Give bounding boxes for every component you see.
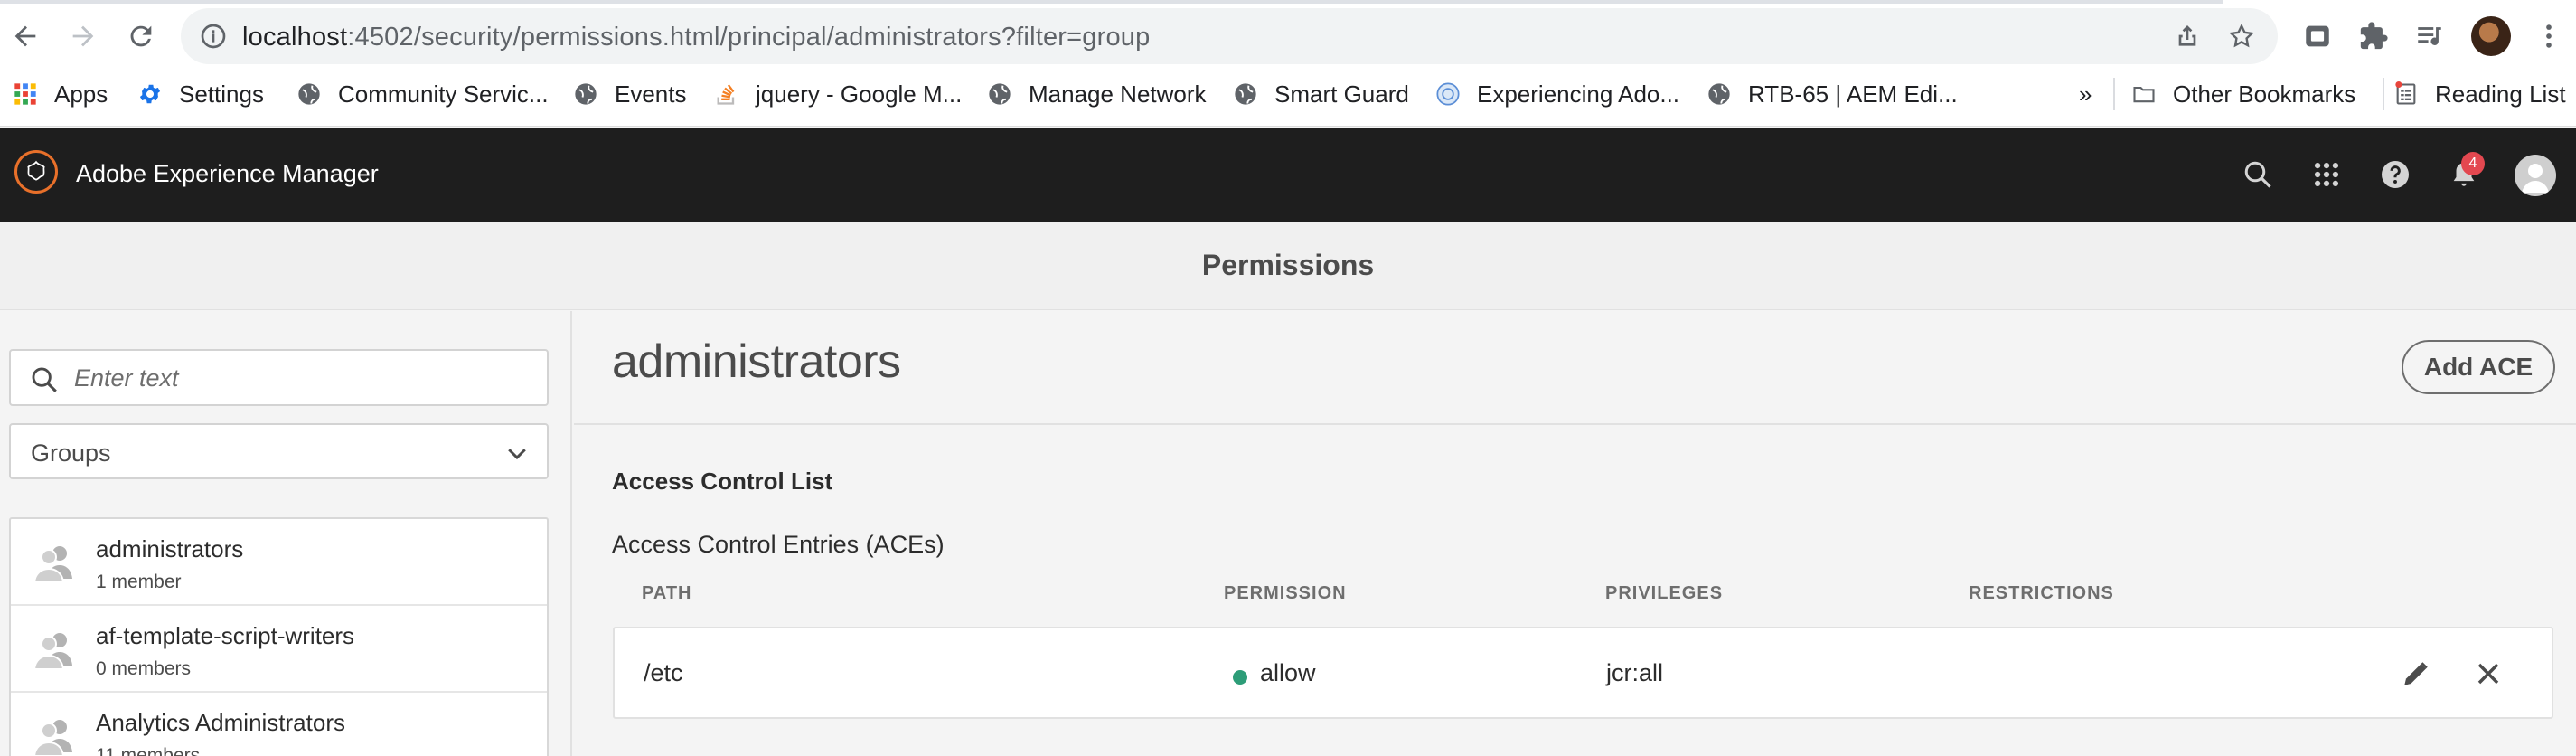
- profile-avatar[interactable]: [2471, 16, 2511, 56]
- bookmark-events[interactable]: Events: [573, 76, 687, 112]
- gear-icon: [137, 81, 163, 107]
- bookmarks-divider: [2383, 78, 2384, 110]
- more-vertical-icon[interactable]: [2531, 18, 2567, 54]
- page-title: Permissions: [1201, 249, 1375, 281]
- bookmark-other-bookmarks[interactable]: Other Bookmarks: [2131, 76, 2355, 112]
- group-icon: [33, 546, 72, 583]
- ace-privileges: jcr:all: [1606, 659, 1664, 686]
- select-value: Groups: [31, 439, 111, 467]
- arrow-right-icon: [72, 25, 94, 47]
- permission-status-dot: [1233, 670, 1247, 685]
- stack-overflow-icon: [714, 81, 739, 107]
- bookmark-community-services[interactable]: Community Servic...: [296, 76, 549, 112]
- principal-title: administrators: [612, 335, 901, 388]
- apps-grid-icon: [13, 81, 38, 107]
- forward-button[interactable]: [60, 13, 107, 60]
- puzzle-icon[interactable]: [2355, 18, 2392, 54]
- share-icon[interactable]: [2173, 22, 2202, 51]
- acl-heading: Access Control List: [612, 468, 833, 495]
- pencil-icon: [2404, 662, 2428, 685]
- aem-logo-icon[interactable]: [14, 150, 58, 194]
- bookmarks-divider: [2113, 78, 2115, 110]
- bookmarks-bar: Apps Settings Community Servic... Events…: [0, 72, 2576, 116]
- delete-ace-button[interactable]: [2470, 656, 2506, 692]
- search-icon: [32, 367, 57, 392]
- principal-name: af-template-script-writers: [96, 622, 355, 649]
- search-input[interactable]: [74, 360, 526, 396]
- folder-icon: [2131, 81, 2157, 107]
- aces-heading: Access Control Entries (ACEs): [612, 531, 945, 558]
- list-item[interactable]: af-template-script-writers 0 members: [11, 606, 547, 693]
- principal-name: Analytics Administrators: [96, 709, 345, 736]
- notification-badge: 4: [2461, 152, 2485, 175]
- column-header-permission: PERMISSION: [1224, 583, 1347, 603]
- list-item[interactable]: administrators 1 member: [11, 519, 547, 606]
- bookmark-jquery-google[interactable]: jquery - Google M...: [714, 76, 962, 112]
- group-icon: [33, 633, 72, 670]
- aem-global-header: Adobe Experience Manager 4: [0, 128, 2576, 222]
- column-header-path: PATH: [642, 583, 692, 603]
- group-icon: [33, 720, 72, 756]
- principal-rail: Groups administrators 1 member af-templa…: [0, 311, 572, 756]
- bookmark-experiencing-adobe[interactable]: Experiencing Ado...: [1435, 76, 1679, 112]
- address-bar[interactable]: localhost:4502/security/permissions.html…: [181, 8, 2278, 64]
- title-bar: Permissions: [0, 222, 2576, 310]
- globe-icon: [296, 81, 322, 107]
- member-count: 0 members: [96, 658, 192, 679]
- ace-path: /etc: [644, 659, 683, 686]
- bookmarks-overflow-button[interactable]: »: [2079, 76, 2092, 112]
- globe-icon: [987, 81, 1012, 107]
- add-ace-button[interactable]: Add ACE: [2402, 340, 2555, 394]
- ace-row[interactable]: /etc allow jcr:all: [613, 627, 2553, 719]
- bookmark-rtb-65[interactable]: RTB-65 | AEM Edi...: [1706, 76, 1958, 112]
- permissions-detail: administrators Add ACE Access Control Li…: [574, 311, 2576, 756]
- star-icon[interactable]: [2227, 22, 2256, 51]
- principal-type-select[interactable]: Groups: [9, 423, 549, 479]
- reload-icon: [130, 25, 152, 47]
- divider: [574, 423, 2576, 425]
- bookmark-apps[interactable]: Apps: [13, 76, 108, 112]
- column-header-restrictions: RESTRICTIONS: [1969, 583, 2114, 603]
- member-count: 11 members: [96, 745, 201, 756]
- search-field[interactable]: [9, 349, 549, 406]
- search-icon[interactable]: [2240, 156, 2276, 193]
- back-button[interactable]: [2, 13, 49, 60]
- reading-list-icon: [2393, 81, 2419, 107]
- extension-cast-icon[interactable]: [2299, 18, 2336, 54]
- bookmark-manage-network[interactable]: Manage Network: [987, 76, 1207, 112]
- media-queue-icon[interactable]: [2411, 18, 2448, 54]
- list-item[interactable]: Analytics Administrators 11 members: [11, 693, 547, 756]
- arrow-left-icon: [14, 25, 36, 47]
- principal-list: administrators 1 member af-template-scri…: [9, 517, 549, 756]
- info-icon[interactable]: [199, 22, 228, 51]
- edit-ace-button[interactable]: [2398, 656, 2434, 692]
- close-icon: [2477, 663, 2499, 685]
- tab-strip: [0, 0, 2223, 4]
- reading-list-button[interactable]: Reading List: [2393, 76, 2566, 112]
- url-text[interactable]: localhost:4502/security/permissions.html…: [242, 23, 1150, 52]
- globe-icon: [1233, 81, 1258, 107]
- principal-name: administrators: [96, 535, 244, 562]
- bookmark-smart-guard[interactable]: Smart Guard: [1233, 76, 1409, 112]
- solutions-grid-icon[interactable]: [2308, 156, 2345, 193]
- adobe-badge-icon: [1435, 81, 1461, 107]
- reload-button[interactable]: [118, 13, 165, 60]
- member-count: 1 member: [96, 572, 182, 592]
- bookmark-settings[interactable]: Settings: [137, 76, 264, 112]
- browser-toolbar: localhost:4502/security/permissions.html…: [0, 0, 2576, 127]
- user-avatar[interactable]: [2515, 155, 2556, 196]
- globe-icon: [1706, 81, 1732, 107]
- globe-icon: [573, 81, 598, 107]
- app-title[interactable]: Adobe Experience Manager: [76, 160, 379, 188]
- ace-permission: allow: [1260, 659, 1316, 686]
- help-icon[interactable]: [2377, 156, 2413, 193]
- chevron-down-icon: [508, 449, 526, 460]
- column-header-privileges: PRIVILEGES: [1605, 583, 1724, 603]
